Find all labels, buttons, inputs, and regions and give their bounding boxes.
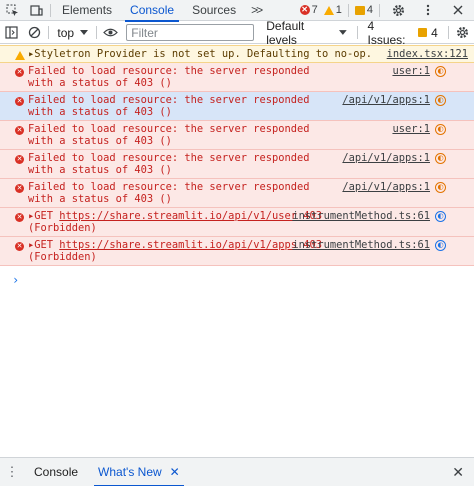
clear-console-icon[interactable] (23, 22, 46, 43)
request-method: ▸GET (28, 239, 60, 251)
warning-icon (323, 5, 334, 15)
drawer-menu-icon[interactable]: ⋮ (0, 465, 24, 478)
warning-counter[interactable]: 1 (323, 4, 342, 16)
console-error-row[interactable]: ✕ Failed to load resource: the server re… (0, 121, 474, 150)
console-error-row[interactable]: ✕ Failed to load resource: the server re… (0, 179, 474, 208)
console-network-error-row[interactable]: ✕ ▸GET https://share.streamlit.io/api/v1… (0, 237, 474, 266)
close-tab-icon[interactable]: ✕ (170, 465, 180, 479)
message-text: ▸Styletron Provider is not set up. Defau… (28, 48, 373, 60)
source-link[interactable]: user:1 (392, 123, 430, 136)
divider (48, 26, 50, 39)
drawer-tab-console[interactable]: Console (24, 458, 88, 486)
message-text: Failed to load resource: the server resp… (28, 181, 316, 205)
source-link[interactable]: /api/v1/apps:1 (342, 94, 430, 107)
error-icon: ✕ (15, 213, 24, 222)
log-levels-label: Default levels (266, 18, 305, 47)
issues-counter[interactable]: 4 (354, 4, 373, 16)
tab-sources[interactable]: Sources (183, 0, 245, 21)
request-method: ▸GET (28, 210, 60, 222)
error-icon: ✕ (15, 242, 24, 251)
device-toolbar-icon[interactable] (24, 0, 48, 21)
source-link[interactable]: /api/v1/apps:1 (342, 181, 430, 194)
dropdown-arrow-icon (338, 30, 347, 35)
inspect-element-icon[interactable] (0, 0, 24, 21)
error-icon: ✕ (15, 97, 24, 106)
ai-insight-icon[interactable]: ◐ (435, 182, 446, 193)
console-error-row[interactable]: ✕ Failed to load resource: the server re… (0, 63, 474, 92)
issues-toolbar-count: 4 (431, 25, 438, 40)
divider (356, 26, 358, 39)
settings-gear-icon[interactable] (386, 0, 410, 21)
divider (96, 26, 98, 39)
kebab-menu-icon[interactable] (416, 0, 440, 21)
drawer-tab-label: What's New (98, 465, 162, 479)
source-link[interactable]: instrumentMethod.ts:61 (292, 239, 430, 252)
error-icon: ✕ (15, 184, 24, 193)
console-settings-gear-icon[interactable] (451, 22, 474, 43)
warning-count: 1 (335, 4, 342, 16)
divider (347, 3, 349, 17)
error-icon: ✕ (15, 155, 24, 164)
ai-insight-icon[interactable]: ◐ (435, 211, 446, 222)
error-icon: ✕ (15, 68, 24, 77)
divider (50, 3, 51, 17)
source-link[interactable]: index.tsx:121 (387, 48, 468, 61)
error-icon: ✕ (299, 5, 310, 15)
close-devtools-icon[interactable] (446, 0, 470, 21)
status-text: (Forbidden) (28, 221, 97, 234)
console-error-row[interactable]: ✕ Failed to load resource: the server re… (0, 150, 474, 179)
console-prompt-caret[interactable]: › (12, 273, 19, 287)
warning-icon (15, 51, 25, 60)
issues-button[interactable]: 4 Issues: 4 (360, 19, 446, 47)
ai-insight-icon[interactable]: ◐ (435, 240, 446, 251)
live-expression-eye-icon[interactable] (99, 22, 122, 43)
status-counters: ✕ 7 1 4 (299, 0, 474, 21)
ai-insight-icon[interactable]: ◐ (435, 95, 446, 106)
status-text: (Forbidden) (28, 250, 97, 263)
console-output: ▸Styletron Provider is not set up. Defau… (0, 45, 474, 456)
console-warning-row[interactable]: ▸Styletron Provider is not set up. Defau… (0, 45, 474, 63)
divider (379, 3, 380, 17)
ai-insight-icon[interactable]: ◐ (435, 66, 446, 77)
error-count: 7 (311, 4, 318, 16)
context-label: top (57, 25, 75, 40)
request-url-link[interactable]: https://share.streamlit.io/api/v1/user (59, 210, 297, 222)
message-text: Failed to load resource: the server resp… (28, 152, 316, 176)
issues-label: 4 Issues: (367, 18, 406, 47)
error-icon: ✕ (15, 126, 24, 135)
divider (447, 26, 449, 39)
message-text: Failed to load resource: the server resp… (28, 65, 316, 89)
error-counter[interactable]: ✕ 7 (299, 4, 318, 16)
log-levels-dropdown[interactable]: Default levels (258, 19, 354, 47)
ai-insight-icon[interactable]: ◐ (435, 124, 446, 135)
request-url-link[interactable]: https://share.streamlit.io/api/v1/apps (59, 239, 297, 251)
devtools-drawer: ⋮ Console What's New ✕ ✕ (0, 457, 474, 486)
sidebar-toggle-icon[interactable] (0, 22, 23, 43)
issues-count: 4 (366, 4, 373, 16)
tab-elements[interactable]: Elements (53, 0, 121, 21)
console-error-row[interactable]: ✕ Failed to load resource: the server re… (0, 92, 474, 121)
source-link[interactable]: instrumentMethod.ts:61 (292, 210, 430, 223)
source-link[interactable]: user:1 (392, 65, 430, 78)
message-text: Failed to load resource: the server resp… (28, 94, 316, 118)
context-selector[interactable]: top (51, 26, 94, 40)
console-toolbar: top Default levels 4 Issues: 4 (0, 19, 474, 47)
issues-flag-icon (354, 5, 365, 15)
more-tabs-button[interactable]: >> (245, 3, 267, 17)
message-text: Failed to load resource: the server resp… (28, 123, 316, 147)
tab-console[interactable]: Console (121, 0, 183, 22)
filter-input[interactable] (126, 24, 255, 41)
console-network-error-row[interactable]: ✕ ▸GET https://share.streamlit.io/api/v1… (0, 208, 474, 237)
dropdown-arrow-icon (80, 30, 89, 35)
issues-flag-icon (417, 28, 428, 37)
source-link[interactable]: /api/v1/apps:1 (342, 152, 430, 165)
close-drawer-icon[interactable]: ✕ (452, 464, 464, 481)
ai-insight-icon[interactable]: ◐ (435, 153, 446, 164)
drawer-tab-whats-new[interactable]: What's New ✕ (88, 458, 190, 486)
